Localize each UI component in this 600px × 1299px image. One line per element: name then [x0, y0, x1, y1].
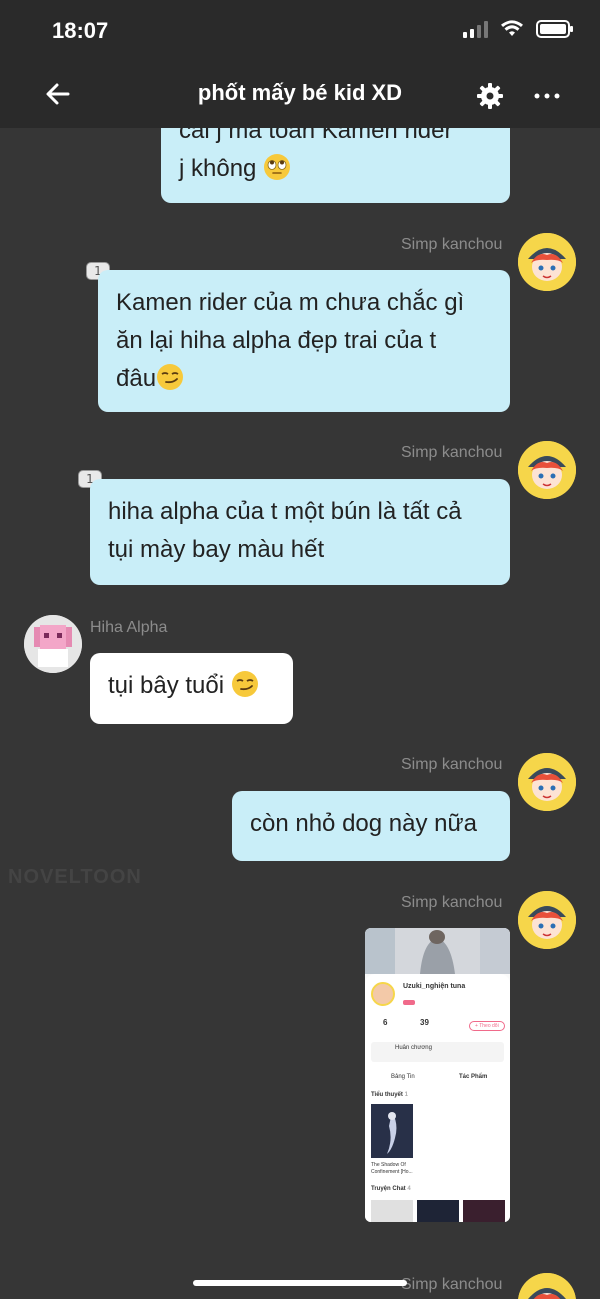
medal-row — [371, 1042, 504, 1062]
image-message[interactable]: Uzuki_nghiện tuna 6 39 + Theo dõi Huân c… — [365, 928, 510, 1222]
smirk-emoji-icon — [231, 671, 258, 697]
stat-count: 6 — [383, 1018, 388, 1027]
section-chat-count: 4 — [407, 1186, 411, 1192]
section-chat: Truyện Chat 4 — [371, 1186, 411, 1192]
sender-name: Hiha Alpha — [90, 619, 168, 636]
section-chat-label: Truyện Chat — [371, 1186, 406, 1192]
profile-username: Uzuki_nghiện tuna — [403, 983, 466, 990]
profile-card: Uzuki_nghiện tuna 6 39 + Theo dõi Huân c… — [365, 974, 510, 1222]
cover-image — [365, 928, 510, 974]
book-title: The Shadow Of Confinement [Ho... — [371, 1162, 413, 1175]
profile-cover-photo — [365, 928, 510, 974]
chat-thumbnail — [463, 1200, 505, 1222]
section-novel-count: 1 — [404, 1092, 408, 1098]
chat-thumbnail — [371, 1200, 413, 1222]
wifi-icon — [501, 20, 523, 36]
signal-icon — [463, 20, 488, 38]
message-bubble[interactable]: tụi bây tuổi — [90, 653, 293, 724]
profile-avatar — [371, 982, 395, 1006]
status-time: 18:07 — [52, 18, 109, 43]
user-avatar[interactable] — [518, 753, 576, 811]
message-text: hiha alpha của t một bún là tất cả tụi mà… — [108, 498, 462, 563]
tab-works: Tác Phẩm — [459, 1074, 488, 1080]
more-options-icon[interactable] — [532, 86, 562, 106]
message-text: Kamen rider của m chưa chắc gì ăn lại hih… — [116, 289, 465, 392]
book-cover — [371, 1104, 413, 1158]
section-novel: Tiểu thuyết 1 — [371, 1092, 408, 1098]
avatar-image — [518, 1273, 576, 1299]
user-avatar[interactable] — [518, 1273, 576, 1299]
message-bubble[interactable]: Kamen rider của m chưa chắc gì ăn lại hih… — [98, 270, 510, 412]
sender-name: Simp kanchou — [401, 894, 503, 911]
message-bubble[interactable]: hiha alpha của t một bún là tất cả tụi mà… — [90, 479, 510, 585]
profile-tag — [403, 1000, 415, 1005]
status-icons — [463, 20, 573, 38]
message-text: còn nhỏ dog này nữa — [250, 810, 477, 837]
medal-label: Huân chương — [395, 1045, 432, 1051]
user-avatar[interactable] — [24, 615, 82, 673]
user-avatar[interactable] — [518, 441, 576, 499]
user-avatar[interactable] — [518, 891, 576, 949]
sender-name: Simp kanchou — [401, 1276, 503, 1293]
sender-name: Simp kanchou — [401, 236, 503, 253]
gear-icon[interactable] — [476, 82, 504, 110]
avatar-image — [518, 753, 576, 811]
follow-button: + Theo dõi — [469, 1021, 505, 1031]
sender-name: Simp kanchou — [401, 756, 503, 773]
stat-count: 39 — [420, 1018, 429, 1027]
book-cover-image — [371, 1104, 413, 1158]
chat-title: phốt mấy bé kid XD — [197, 80, 403, 105]
smirk-emoji-icon — [157, 364, 184, 390]
noveltoon-watermark: NOVELTOON — [8, 866, 142, 888]
chat-header: 18:07 phốt mấy bé kid XD — [0, 0, 600, 128]
message-text: j không — [179, 150, 291, 188]
message-bubble[interactable]: còn nhỏ dog này nữa — [232, 791, 510, 861]
avatar-image — [24, 615, 82, 673]
eye-roll-emoji-icon — [264, 154, 291, 180]
user-avatar[interactable] — [518, 233, 576, 291]
battery-icon — [536, 20, 573, 38]
message-text: tụi bây tuổi — [108, 667, 275, 705]
home-indicator[interactable] — [193, 1280, 407, 1286]
avatar-image — [518, 233, 576, 291]
chat-thumbnail — [417, 1200, 459, 1222]
avatar-image — [518, 441, 576, 499]
avatar-image — [518, 891, 576, 949]
sender-name: Simp kanchou — [401, 444, 503, 461]
section-novel-label: Tiểu thuyết — [371, 1092, 403, 1098]
tab-feed: Bảng Tin — [391, 1074, 415, 1080]
